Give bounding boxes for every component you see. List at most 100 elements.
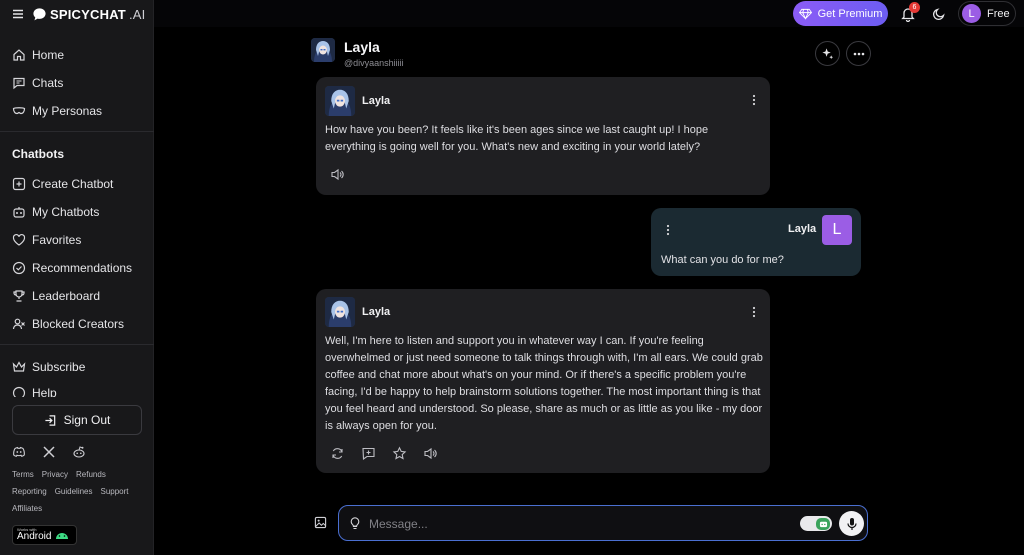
plan-label: Free <box>987 7 1010 20</box>
spicychat-logo[interactable]: SPICYCHAT .AI <box>32 7 145 22</box>
user-menu-button[interactable]: L Free <box>958 1 1016 26</box>
sign-out-button[interactable]: Sign Out <box>12 405 142 435</box>
reddit-icon[interactable] <box>72 445 86 459</box>
bot-message: Layla Well, I'm here to listen and suppo… <box>316 289 770 473</box>
link-reporting[interactable]: Reporting <box>12 487 47 496</box>
android-badge-text: Works with Android <box>17 528 51 542</box>
check-circle-icon <box>12 261 26 275</box>
footer-links-row: Reporting Guidelines Support <box>12 487 129 496</box>
sidebar-item-label: Recommendations <box>32 261 133 275</box>
sparkle-icon <box>821 47 834 60</box>
sidebar-item-label: Subscribe <box>32 360 86 374</box>
divider <box>0 131 154 132</box>
help-icon <box>12 386 26 397</box>
sidebar-item-label: Blocked Creators <box>32 317 125 331</box>
divider <box>0 344 154 345</box>
comment-plus-icon[interactable] <box>361 446 376 461</box>
sidebar-item-home[interactable]: Home <box>12 47 64 63</box>
plus-square-icon <box>12 177 26 191</box>
microphone-icon <box>846 517 858 531</box>
brand-suffix: .AI <box>128 6 146 22</box>
social-links <box>12 445 86 459</box>
message-sender: Layla <box>362 306 391 318</box>
more-vertical-icon[interactable] <box>749 94 759 106</box>
avatar: L <box>962 4 981 23</box>
link-support[interactable]: Support <box>101 487 129 496</box>
regenerate-icon[interactable] <box>330 446 345 461</box>
sidebar-item-my-chatbots[interactable]: My Chatbots <box>12 204 99 220</box>
robot-icon <box>12 205 26 219</box>
get-premium-label: Get Premium <box>817 7 883 20</box>
mode-toggle[interactable] <box>800 516 832 531</box>
message-header: Layla <box>325 86 390 116</box>
sidebar-item-create-chatbot[interactable]: Create Chatbot <box>12 176 113 192</box>
link-terms[interactable]: Terms <box>12 470 34 479</box>
star-icon[interactable] <box>392 446 407 461</box>
sidebar-item-personas[interactable]: My Personas <box>12 103 102 119</box>
character-avatar[interactable] <box>325 297 355 327</box>
sidebar-item-leaderboard[interactable]: Leaderboard <box>12 288 100 304</box>
discord-icon[interactable] <box>12 445 26 459</box>
sidebar-item-subscribe[interactable]: Subscribe <box>12 359 85 375</box>
sidebar-item-recommendations[interactable]: Recommendations <box>12 260 132 276</box>
robot-icon <box>816 517 830 530</box>
android-badge[interactable]: Works with Android <box>12 525 77 545</box>
android-badge-big: Android <box>17 531 52 542</box>
section-title-chatbots: Chatbots <box>12 147 64 161</box>
sidebar-item-chats[interactable]: Chats <box>12 75 63 91</box>
user-block-icon <box>12 317 26 331</box>
hamburger-menu-icon[interactable] <box>12 8 24 20</box>
character-handle[interactable]: @divyaanshiiiii <box>344 58 404 68</box>
diamond-icon <box>798 8 812 20</box>
message-sender: Layla <box>788 223 817 235</box>
more-options-button[interactable] <box>846 41 871 66</box>
microphone-button[interactable] <box>839 511 864 536</box>
character-avatar[interactable] <box>325 86 355 116</box>
sidebar: SPICYCHAT .AI Home Chats My Personas Chat… <box>0 0 154 555</box>
speaker-icon[interactable] <box>423 446 438 461</box>
bot-message: Layla How have you been? It feels like i… <box>316 77 770 195</box>
magic-sparkle-button[interactable] <box>815 41 840 66</box>
sidebar-item-help[interactable]: Help <box>12 386 57 397</box>
more-vertical-icon[interactable] <box>749 306 759 318</box>
sidebar-item-label: Home <box>32 48 65 62</box>
message-text: Well, I'm here to listen and support you… <box>325 335 763 432</box>
message-input[interactable] <box>369 514 769 534</box>
link-affiliates[interactable]: Affiliates <box>12 504 42 513</box>
image-icon[interactable] <box>314 516 327 529</box>
link-privacy[interactable]: Privacy <box>42 470 68 479</box>
crown-icon <box>12 360 26 374</box>
user-avatar[interactable]: L <box>822 215 852 245</box>
brand-name: SPICYCHAT <box>50 6 126 22</box>
mask-icon <box>12 104 26 118</box>
message-actions <box>330 446 438 461</box>
character-avatar[interactable] <box>311 38 335 62</box>
sidebar-item-blocked-creators[interactable]: Blocked Creators <box>12 316 124 332</box>
character-name: Layla <box>344 39 380 55</box>
moon-icon[interactable] <box>932 7 946 21</box>
brand: SPICYCHAT .AI <box>12 6 145 22</box>
footer-links-row: Terms Privacy Refunds <box>12 470 106 479</box>
get-premium-button[interactable]: Get Premium <box>793 1 888 26</box>
message-text: What can you do for me? <box>661 254 784 266</box>
home-icon <box>12 48 26 62</box>
sign-out-label: Sign Out <box>63 413 111 427</box>
sidebar-item-label: Leaderboard <box>32 289 101 303</box>
lightbulb-icon[interactable] <box>348 516 362 530</box>
link-refunds[interactable]: Refunds <box>76 470 106 479</box>
sidebar-item-favorites[interactable]: Favorites <box>12 232 81 248</box>
heart-icon <box>12 233 26 247</box>
sign-out-icon <box>44 414 57 427</box>
more-vertical-icon[interactable] <box>663 224 673 236</box>
sidebar-item-label: My Personas <box>32 104 103 118</box>
footer-links-row: Affiliates <box>12 504 42 513</box>
android-icon <box>55 530 69 540</box>
sidebar-item-label: My Chatbots <box>32 205 100 219</box>
speaker-icon[interactable] <box>330 167 345 182</box>
message-sender: Layla <box>362 95 391 107</box>
more-horizontal-icon <box>853 52 865 56</box>
link-guidelines[interactable]: Guidelines <box>55 487 93 496</box>
x-twitter-icon[interactable] <box>42 445 56 459</box>
message-composer <box>338 505 868 541</box>
top-bar <box>154 0 1024 27</box>
